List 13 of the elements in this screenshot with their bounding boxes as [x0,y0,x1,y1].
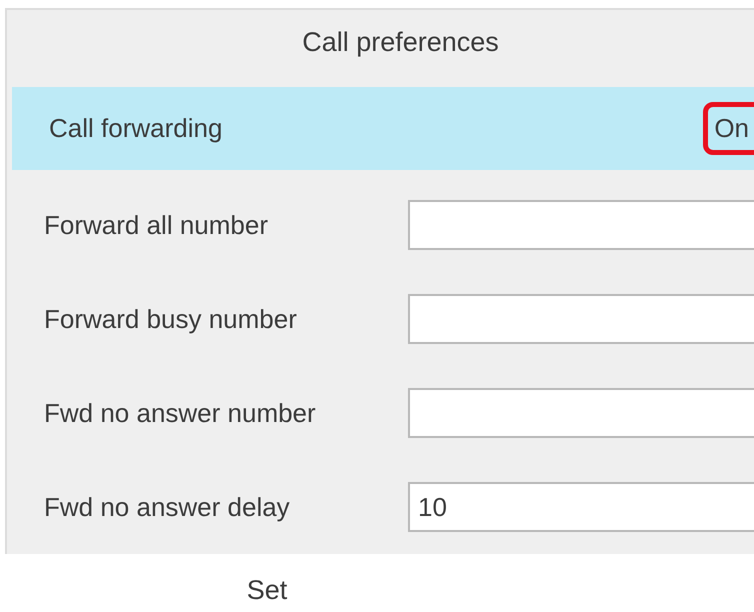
setting-label: Call forwarding [49,113,224,144]
field-label: Fwd no answer number [44,398,317,428]
input-field[interactable] [408,388,754,438]
field-label: Forward busy number [44,304,298,334]
screen-title: Call preferences [301,27,499,58]
softkey-button[interactable]: Set [7,557,527,607]
field-label: Forward all number [44,210,269,240]
list-item[interactable]: Call forwarding On [12,87,754,170]
input-field[interactable]: 10 [408,482,754,532]
setting-value[interactable]: On [703,102,754,155]
input-field[interactable] [408,200,754,250]
input-field[interactable] [408,294,754,344]
field-label: Fwd no answer delay [44,492,291,522]
